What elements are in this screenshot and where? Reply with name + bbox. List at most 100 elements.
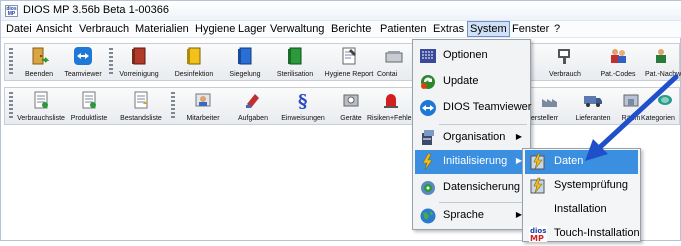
categories-icon (658, 95, 672, 105)
menu-item-optionen[interactable]: Optionen (415, 44, 528, 68)
submenu-item-label: Daten (554, 155, 584, 167)
dios-mp-icon: dios MP (529, 226, 547, 243)
menu-bar: Datei Ansicht Verbrauch Materialien Hygi… (1, 21, 681, 38)
menu-separator (439, 124, 527, 125)
options-icon (420, 49, 436, 63)
aufgaben-button[interactable]: Aufgaben (231, 90, 275, 124)
submenu-arrow-icon: ▶ (515, 132, 522, 141)
employee-icon (195, 93, 211, 107)
pat-codes-button[interactable]: Pat.-Codes (596, 46, 640, 80)
menu-system[interactable]: System (467, 21, 510, 37)
verbrauch-button[interactable]: Verbrauch (543, 46, 587, 80)
menu-fenster[interactable]: Fenster (510, 22, 551, 36)
menu-patienten[interactable]: Patienten (378, 22, 428, 36)
hygiene-report-button[interactable]: Hygiene Report (325, 46, 373, 80)
siegelung-book-icon (238, 47, 252, 65)
siegelung-button[interactable]: Siegelung (223, 46, 267, 80)
submenu-item-label: Touch-Installation (554, 227, 640, 239)
submenu-item-label: Installation (554, 203, 607, 215)
menu-item-update[interactable]: Update (415, 70, 528, 94)
menu-item-initialisierung[interactable]: Initialisierung ▶ (415, 150, 528, 174)
sterilisation-book-icon (288, 47, 302, 65)
menu-separator (439, 202, 527, 203)
stock-list-icon (134, 91, 148, 109)
initialisierung-submenu: Daten Systemprüfung Installation dios MP… (522, 148, 641, 243)
title-bar: dios MP DIOS MP 3.56b Beta 1-00366 (1, 1, 681, 21)
kategorien-button[interactable]: Kategorien (641, 90, 681, 124)
teamviewer-label: Teamviewer (64, 71, 102, 78)
backup-icon (421, 181, 435, 195)
pat-nachweis-button[interactable]: Pat.-Nachw (643, 46, 681, 80)
tasks-icon (246, 94, 259, 108)
paragraph-icon: § (298, 91, 307, 110)
truck-icon (584, 96, 602, 107)
hygiene-report-icon (342, 47, 356, 65)
product-list-icon (82, 91, 96, 109)
menu-verwaltung[interactable]: Verwaltung (268, 22, 326, 36)
menu-item-dios-teamviewer[interactable]: DIOS Teamviewer (415, 96, 532, 120)
teamviewer-icon (420, 100, 436, 116)
menu-extras[interactable]: Extras (431, 22, 466, 36)
desinfektion-button[interactable]: Desinfektion (172, 46, 216, 80)
dios-app-icon: dios MP (5, 5, 18, 17)
bestandsliste-button[interactable]: Bestandsliste (119, 90, 163, 124)
kategorien-label: Kategorien (641, 115, 675, 122)
patient-record-icon (656, 49, 666, 63)
submenu-item-label: Systemprüfung (554, 179, 628, 191)
sterilisation-button[interactable]: Sterilisation (273, 46, 317, 80)
produktliste-button[interactable]: Produktliste (67, 90, 111, 124)
submenu-item-systempruefung[interactable]: Systemprüfung (525, 174, 638, 198)
menu-item-label: Optionen (443, 49, 488, 61)
menu-item-datensicherung[interactable]: Datensicherung (415, 176, 528, 200)
menu-ansicht[interactable]: Ansicht (34, 22, 74, 36)
factory-icon (542, 99, 557, 107)
hygiene-report-label: Hygiene Report (324, 71, 374, 78)
data-icon (530, 153, 545, 170)
menu-item-sprache[interactable]: Sprache ▶ (415, 204, 528, 228)
menu-help[interactable]: ? (552, 22, 562, 36)
system-check-icon (530, 177, 545, 194)
vorreinigung-button[interactable]: Vorreinigung (117, 46, 161, 80)
app-icon-text: dios MP (6, 6, 17, 17)
menu-item-label: Initialisierung (443, 155, 508, 167)
pat-codes-label: Pat.-Codes (600, 71, 636, 78)
exit-door-icon (32, 47, 49, 65)
menu-hygiene[interactable]: Hygiene (193, 22, 237, 36)
menu-datei[interactable]: Datei (4, 22, 34, 36)
main-toolbar: Beenden Teamviewer Vorreinigung Desinfek… (4, 43, 681, 81)
container-button[interactable]: Contai (377, 46, 411, 80)
app-window: dios MP DIOS MP 3.56b Beta 1-00366 Datei… (0, 0, 681, 243)
device-icon (343, 94, 359, 107)
menu-verbrauch[interactable]: Verbrauch (77, 22, 131, 36)
bestandsliste-label: Bestandsliste (120, 115, 162, 122)
initialisierung-icon (422, 153, 433, 171)
menu-lager[interactable]: Lager (236, 22, 268, 36)
submenu-item-touch-installation[interactable]: dios MP Touch-Installation (525, 222, 640, 246)
svg-text:§: § (298, 91, 307, 110)
submenu-item-installation[interactable]: Installation (525, 198, 638, 222)
list-document-icon (34, 91, 48, 109)
submenu-item-daten[interactable]: Daten (525, 150, 638, 174)
room-icon (623, 94, 639, 107)
update-icon (421, 75, 435, 89)
menu-item-label: Datensicherung (443, 181, 521, 193)
globe-icon (420, 208, 436, 224)
container-label: Contai (377, 71, 398, 78)
pat-nachweis-label: Pat.-Nachw (645, 71, 681, 78)
menu-item-organisation[interactable]: Organisation ▶ (415, 126, 528, 150)
menu-item-label: DIOS Teamviewer (443, 101, 532, 113)
system-menu: Optionen Update DIOS Teamviewer Organisa… (412, 39, 531, 230)
menu-item-label: Update (443, 75, 479, 87)
menu-materialien[interactable]: Materialien (133, 22, 191, 36)
svg-text:MP: MP (530, 234, 544, 243)
barcode-scanner-icon (558, 49, 570, 64)
mitarbeiter-button[interactable]: Mitarbeiter (181, 90, 225, 124)
teamviewer-button[interactable]: Teamviewer (61, 46, 105, 80)
menu-berichte[interactable]: Berichte (329, 22, 373, 36)
risiken-fehler-button[interactable]: Risiken+Fehle (367, 90, 412, 124)
teamviewer-icon (74, 47, 92, 65)
container-icon (385, 51, 403, 63)
vorreinigung-book-icon (132, 47, 146, 65)
patients-icon (611, 49, 626, 63)
organisation-icon (422, 130, 434, 145)
